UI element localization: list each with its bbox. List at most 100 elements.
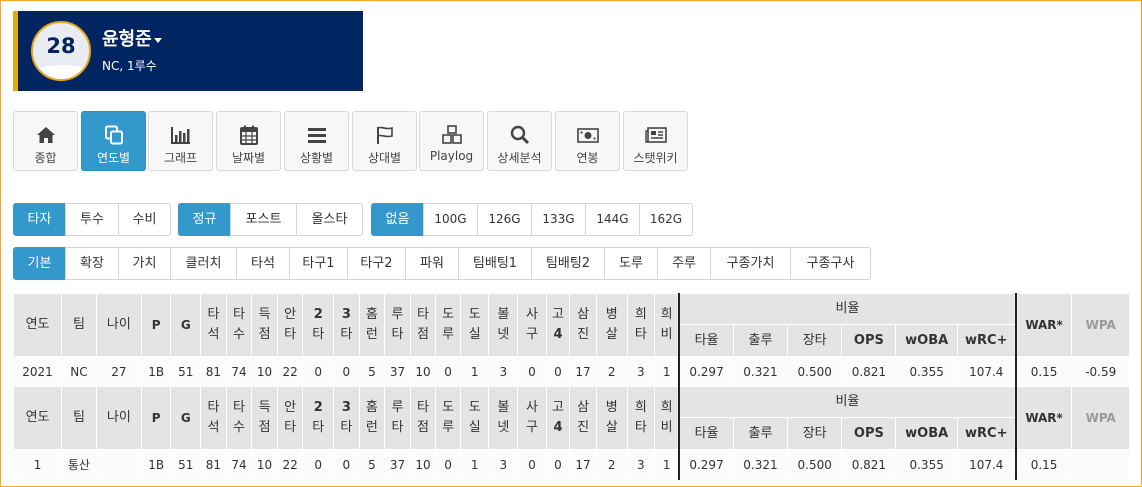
- tab-basic[interactable]: 기본: [13, 247, 66, 280]
- column-header[interactable]: 루타: [384, 293, 411, 357]
- ratio-column-header[interactable]: 타율: [678, 324, 734, 357]
- column-header[interactable]: 타수: [225, 386, 253, 450]
- filter-regular[interactable]: 정규: [178, 203, 231, 236]
- nav-yearly-button[interactable]: 연도별: [81, 111, 146, 171]
- filter-pitcher[interactable]: 투수: [65, 203, 119, 236]
- wpa-header[interactable]: WPA: [1071, 386, 1130, 450]
- filter-scale-none[interactable]: 없음: [371, 203, 424, 236]
- column-header[interactable]: 안타: [276, 386, 304, 450]
- filter-scale-144g[interactable]: 144G: [585, 203, 640, 236]
- column-header[interactable]: 도루: [435, 386, 461, 450]
- column-header[interactable]: 팀: [61, 293, 97, 357]
- wpa-header[interactable]: WPA: [1071, 293, 1130, 357]
- nav-situation-button[interactable]: 상황별: [284, 111, 349, 171]
- column-header[interactable]: G: [170, 293, 202, 357]
- nav-daily-button[interactable]: 날짜별: [216, 111, 281, 171]
- nav-opponent-button[interactable]: 상대별: [352, 111, 417, 171]
- column-header[interactable]: 도실: [459, 386, 490, 450]
- filter-scale-100g[interactable]: 100G: [423, 203, 478, 236]
- ratio-column-header[interactable]: OPS: [841, 417, 897, 450]
- column-header[interactable]: 3타: [333, 293, 360, 357]
- column-header[interactable]: 삼진: [569, 293, 597, 357]
- nav-detail-button[interactable]: 상세분석: [487, 111, 552, 171]
- column-header[interactable]: 연도: [12, 293, 63, 357]
- player-name[interactable]: 윤형준: [102, 29, 152, 50]
- ratio-column-header[interactable]: 출루: [732, 324, 789, 357]
- tab-batted-ball-1[interactable]: 타구1: [289, 247, 348, 280]
- column-header[interactable]: 타점: [409, 386, 437, 450]
- tab-baserunning[interactable]: 주루: [657, 247, 711, 280]
- column-header[interactable]: 희타: [626, 386, 656, 450]
- column-header[interactable]: 2타: [302, 386, 335, 450]
- column-header[interactable]: 득점: [251, 386, 278, 450]
- column-header[interactable]: 병살: [595, 293, 628, 357]
- column-header[interactable]: 도루: [435, 293, 461, 357]
- tab-pitch-usage[interactable]: 구종구사: [790, 247, 871, 280]
- tab-plate-appearance[interactable]: 타석: [236, 247, 290, 280]
- column-header[interactable]: 도실: [459, 293, 490, 357]
- tab-pitch-value[interactable]: 구종가치: [710, 247, 791, 280]
- war-header[interactable]: WAR*: [1014, 293, 1073, 357]
- column-header[interactable]: 사구: [517, 293, 547, 357]
- column-header[interactable]: P: [140, 386, 172, 450]
- ratio-column-header[interactable]: wOBA: [895, 417, 958, 450]
- nav-statwiki-button[interactable]: 스탯위키: [623, 111, 688, 171]
- column-header[interactable]: 타점: [409, 293, 437, 357]
- column-header[interactable]: 병살: [595, 386, 628, 450]
- tab-value[interactable]: 가치: [118, 247, 171, 280]
- column-header[interactable]: 볼넷: [488, 293, 519, 357]
- column-header[interactable]: 홈런: [358, 293, 386, 357]
- nav-graph-button[interactable]: 그래프: [148, 111, 213, 171]
- column-header[interactable]: 홈런: [358, 386, 386, 450]
- tab-power[interactable]: 파워: [405, 247, 459, 280]
- filter-fielding[interactable]: 수비: [118, 203, 171, 236]
- column-header[interactable]: P: [140, 293, 172, 357]
- column-header[interactable]: 타수: [225, 293, 253, 357]
- column-header[interactable]: 타석: [200, 386, 227, 450]
- tab-batted-ball-2[interactable]: 타구2: [347, 247, 406, 280]
- nav-playlog-button[interactable]: Playlog: [419, 111, 484, 171]
- tab-steal[interactable]: 도루: [604, 247, 658, 280]
- column-header[interactable]: 희타: [626, 293, 656, 357]
- filter-scale-126g[interactable]: 126G: [477, 203, 532, 236]
- column-header[interactable]: 희비: [654, 386, 680, 450]
- column-header[interactable]: 2타: [302, 293, 335, 357]
- ratio-column-header[interactable]: 장타: [787, 324, 843, 357]
- ratio-column-header[interactable]: OPS: [841, 324, 897, 357]
- nav-summary-button[interactable]: 종합: [13, 111, 78, 171]
- column-header[interactable]: 연도: [12, 386, 63, 450]
- column-header[interactable]: 고4: [545, 293, 571, 357]
- filter-allstar[interactable]: 올스타: [296, 203, 363, 236]
- nav-salary-button[interactable]: 연봉: [555, 111, 620, 171]
- column-header[interactable]: 안타: [276, 293, 304, 357]
- tab-team-batting-2[interactable]: 팀배팅2: [531, 247, 605, 280]
- filter-post[interactable]: 포스트: [230, 203, 297, 236]
- column-header[interactable]: 삼진: [569, 386, 597, 450]
- column-header[interactable]: 볼넷: [488, 386, 519, 450]
- tab-clutch[interactable]: 클러치: [170, 247, 237, 280]
- filter-scale-133g[interactable]: 133G: [531, 203, 586, 236]
- column-header[interactable]: G: [170, 386, 202, 450]
- column-header[interactable]: 사구: [517, 386, 547, 450]
- column-header[interactable]: 나이: [95, 386, 142, 450]
- filter-scale-162g[interactable]: 162G: [639, 203, 693, 236]
- column-header[interactable]: 3타: [333, 386, 360, 450]
- ratio-column-header[interactable]: wRC+: [956, 417, 1017, 450]
- column-header[interactable]: 고4: [545, 386, 571, 450]
- tab-extended[interactable]: 확장: [65, 247, 119, 280]
- column-header[interactable]: 나이: [95, 293, 142, 357]
- ratio-column-header[interactable]: wRC+: [956, 324, 1017, 357]
- ratio-column-header[interactable]: wOBA: [895, 324, 958, 357]
- column-header[interactable]: 득점: [251, 293, 278, 357]
- player-name-dropdown[interactable]: 윤형준: [102, 25, 162, 51]
- ratio-column-header[interactable]: 출루: [732, 417, 789, 450]
- column-header[interactable]: 팀: [61, 386, 97, 450]
- tab-team-batting-1[interactable]: 팀배팅1: [458, 247, 532, 280]
- caret-down-icon[interactable]: [153, 37, 162, 43]
- war-header[interactable]: WAR*: [1014, 386, 1073, 450]
- ratio-column-header[interactable]: 타율: [678, 417, 734, 450]
- filter-batter[interactable]: 타자: [13, 203, 66, 236]
- column-header[interactable]: 루타: [384, 386, 411, 450]
- column-header[interactable]: 타석: [200, 293, 227, 357]
- column-header[interactable]: 희비: [654, 293, 680, 357]
